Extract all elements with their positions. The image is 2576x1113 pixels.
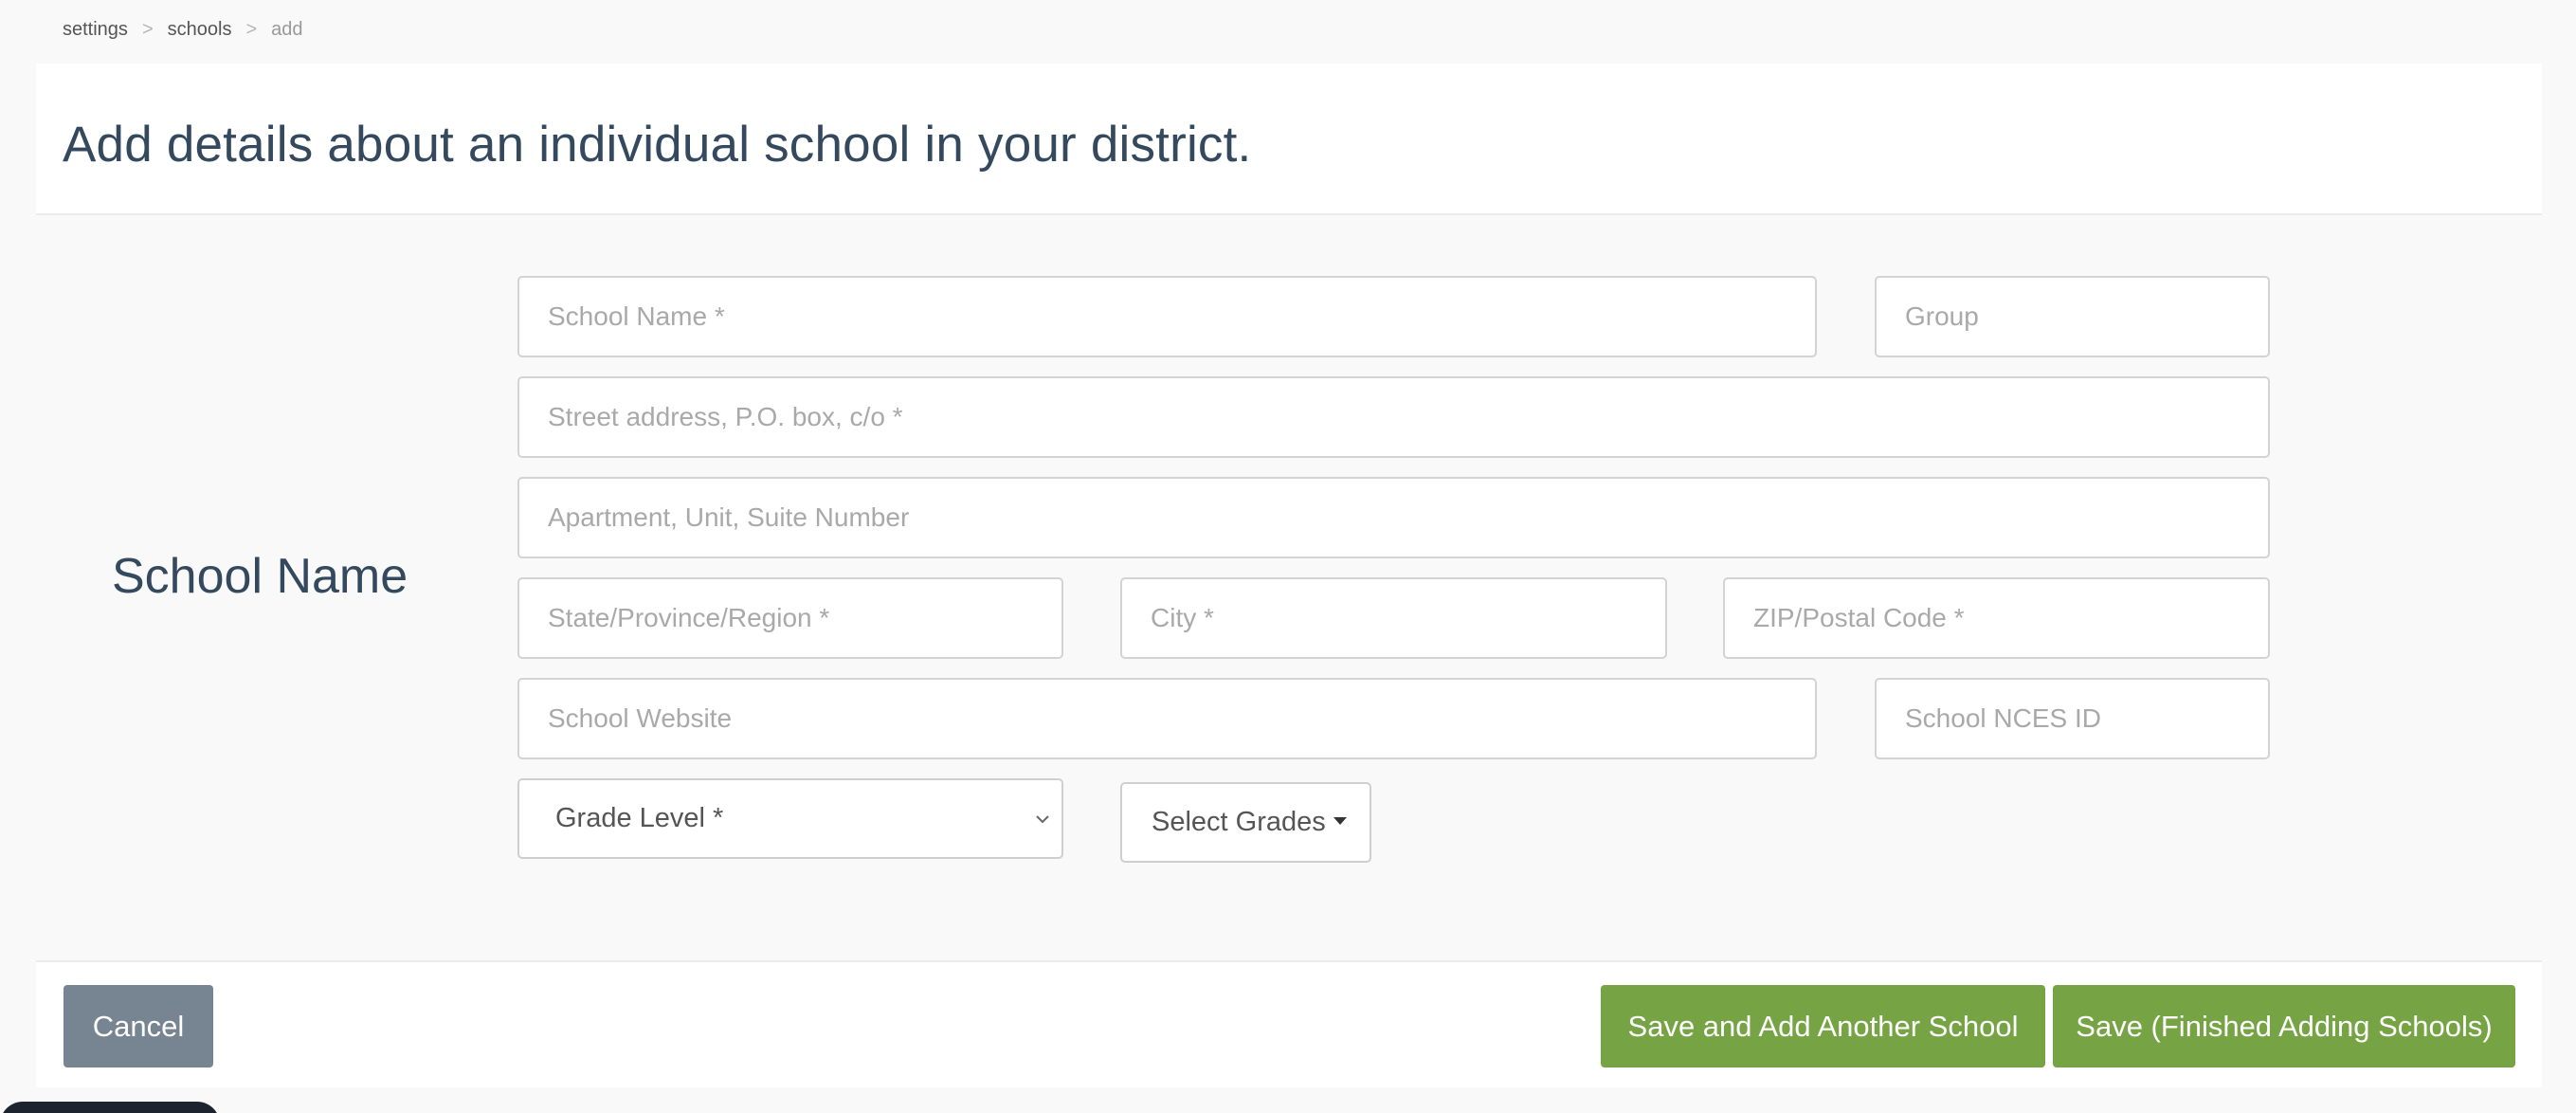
floating-widget[interactable]: [0, 1102, 220, 1113]
form-footer: Cancel Save and Add Another School Save …: [36, 960, 2542, 1087]
breadcrumb-separator: >: [141, 19, 154, 40]
group-input[interactable]: [1875, 276, 2270, 357]
school-website-input[interactable]: [517, 678, 1817, 759]
state-input[interactable]: [517, 577, 1063, 659]
breadcrumb-item-settings[interactable]: settings: [63, 19, 128, 41]
section-label: School Name: [112, 549, 408, 604]
apartment-input[interactable]: [517, 477, 2270, 558]
breadcrumb-item-add: add: [271, 19, 303, 40]
cancel-button[interactable]: Cancel: [63, 985, 213, 1067]
save-and-add-another-button[interactable]: Save and Add Another School: [1601, 985, 2045, 1067]
caret-down-icon: [1333, 816, 1347, 825]
grade-level-value: Grade Level *: [555, 803, 724, 833]
street-address-input[interactable]: [517, 376, 2270, 458]
city-input[interactable]: [1120, 577, 1667, 659]
select-grades-label: Select Grades: [1152, 807, 1326, 837]
save-finished-button[interactable]: Save (Finished Adding Schools): [2053, 985, 2515, 1067]
school-name-input[interactable]: [517, 276, 1817, 357]
breadcrumb-item-schools[interactable]: schools: [168, 19, 232, 41]
breadcrumb-separator: >: [245, 19, 258, 40]
select-grades-dropdown[interactable]: Select Grades: [1120, 782, 1371, 863]
page-header: Add details about an individual school i…: [36, 64, 2542, 215]
chevron-down-icon: [1036, 814, 1049, 823]
school-nces-id-input[interactable]: [1875, 678, 2270, 759]
zip-input[interactable]: [1723, 577, 2270, 659]
grade-level-select[interactable]: Grade Level *: [517, 778, 1063, 859]
page-title: Add details about an individual school i…: [63, 117, 1252, 173]
breadcrumb: settings > schools > add: [63, 19, 303, 41]
